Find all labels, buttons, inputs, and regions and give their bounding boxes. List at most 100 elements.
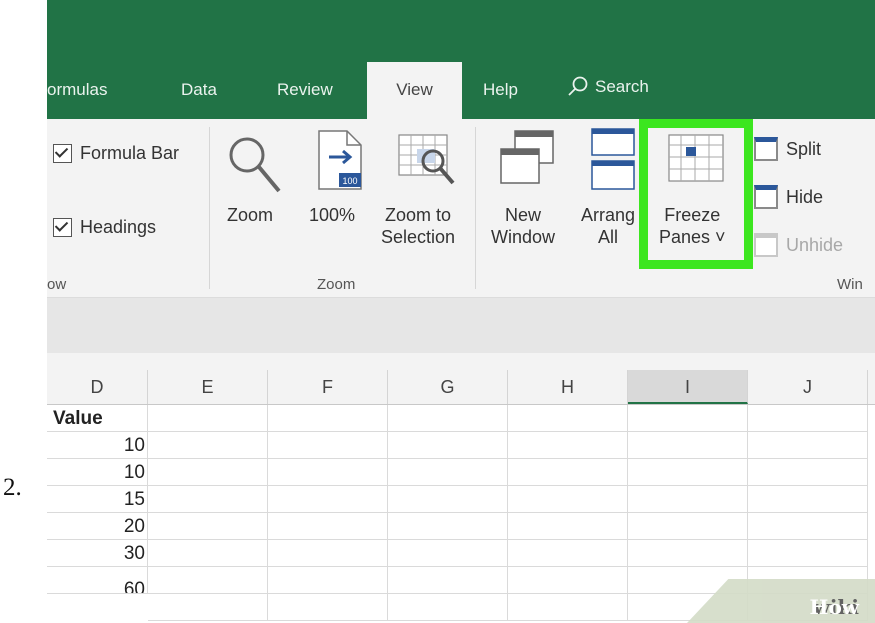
column-header-e[interactable]: E xyxy=(148,370,268,404)
empty-cell[interactable] xyxy=(388,432,508,459)
column-header-j[interactable]: J xyxy=(748,370,868,404)
empty-cell[interactable] xyxy=(148,594,268,621)
empty-cell[interactable] xyxy=(508,540,628,567)
empty-cell[interactable] xyxy=(268,540,388,567)
tab-review[interactable]: Review xyxy=(277,80,333,100)
empty-cell[interactable] xyxy=(628,513,748,540)
empty-cell[interactable] xyxy=(508,567,628,594)
empty-cell[interactable] xyxy=(628,432,748,459)
empty-cell[interactable] xyxy=(268,594,388,621)
tab-formulas[interactable]: ormulas xyxy=(47,80,107,100)
zoom-to-selection-button[interactable]: Zoom to Selection xyxy=(381,204,455,248)
zoom-icon[interactable] xyxy=(225,133,283,195)
empty-cell[interactable] xyxy=(628,540,748,567)
empty-cell[interactable] xyxy=(748,486,868,513)
empty-cell[interactable] xyxy=(388,540,508,567)
watermark-part2: How xyxy=(809,595,859,619)
search-icon xyxy=(568,76,588,96)
zoom-button[interactable]: Zoom xyxy=(227,204,273,226)
empty-cell[interactable] xyxy=(628,486,748,513)
empty-cell[interactable] xyxy=(508,486,628,513)
empty-cell[interactable] xyxy=(748,405,868,432)
zoom-100-icon-text: 100 xyxy=(342,176,357,186)
column-header-f[interactable]: F xyxy=(268,370,388,404)
empty-cell[interactable] xyxy=(268,486,388,513)
checkbox-checked-icon xyxy=(53,144,72,163)
empty-cell[interactable] xyxy=(388,405,508,432)
empty-cell[interactable] xyxy=(148,513,268,540)
search-box[interactable]: Search xyxy=(567,76,649,98)
empty-cell[interactable] xyxy=(508,432,628,459)
zoom-100-icon[interactable]: 100 xyxy=(315,129,365,191)
new-window-button[interactable]: New Window xyxy=(491,204,555,248)
arrange-all-button[interactable]: Arrang All xyxy=(577,204,639,248)
cell-d-value[interactable]: 60 xyxy=(47,567,148,594)
arrange-line2: All xyxy=(597,227,618,247)
new-window-line2: Window xyxy=(491,227,556,247)
empty-cell[interactable] xyxy=(508,405,628,432)
empty-cell[interactable] xyxy=(268,513,388,540)
empty-cell[interactable] xyxy=(148,459,268,486)
hide-button[interactable]: Hide xyxy=(754,185,823,209)
empty-cell[interactable] xyxy=(148,540,268,567)
split-icon xyxy=(754,137,778,161)
unhide-button[interactable]: Unhide xyxy=(754,233,843,257)
tab-help[interactable]: Help xyxy=(483,80,518,100)
headings-checkbox[interactable]: Headings xyxy=(53,217,156,238)
arrange-all-icon[interactable] xyxy=(590,127,636,191)
empty-cell[interactable] xyxy=(508,513,628,540)
empty-cell[interactable] xyxy=(748,432,868,459)
unhide-label: Unhide xyxy=(786,234,844,255)
checkbox-checked-icon xyxy=(53,218,72,237)
cell-d-value[interactable]: 15 xyxy=(47,486,148,513)
tab-data[interactable]: Data xyxy=(181,80,217,100)
empty-cell[interactable] xyxy=(748,513,868,540)
group-divider xyxy=(209,127,210,289)
empty-cell[interactable] xyxy=(748,540,868,567)
column-header-d[interactable]: D xyxy=(47,370,148,404)
column-header-g[interactable]: G xyxy=(388,370,508,404)
formula-bar-label: Formula Bar xyxy=(80,143,180,163)
cell-d-value[interactable]: 10 xyxy=(47,459,148,486)
zoom-100-button[interactable]: 100% xyxy=(309,204,355,226)
empty-cell[interactable] xyxy=(628,405,748,432)
empty-cell[interactable] xyxy=(268,405,388,432)
excel-screenshot: ormulas Data Review View Help Search For… xyxy=(47,0,875,623)
tab-view[interactable]: View xyxy=(367,62,462,119)
cell-d-header[interactable]: Value xyxy=(47,405,148,432)
show-group-label: ow xyxy=(47,276,67,293)
empty-cell[interactable] xyxy=(388,513,508,540)
split-button[interactable]: Split xyxy=(754,137,821,161)
cell-d-value[interactable]: 20 xyxy=(47,513,148,540)
zoom-to-selection-line2: Selection xyxy=(381,227,456,247)
column-header-i[interactable]: I xyxy=(628,370,748,404)
new-window-icon[interactable] xyxy=(499,129,557,187)
empty-cell[interactable] xyxy=(388,567,508,594)
unhide-icon xyxy=(754,233,778,257)
step-number: 2. xyxy=(3,474,22,501)
empty-cell[interactable] xyxy=(388,459,508,486)
zoom-to-selection-line1: Zoom to xyxy=(385,205,452,225)
cell-d-value[interactable]: 30 xyxy=(47,540,148,567)
empty-cell[interactable] xyxy=(148,486,268,513)
empty-cell[interactable] xyxy=(148,405,268,432)
empty-cell[interactable] xyxy=(508,459,628,486)
empty-cell[interactable] xyxy=(268,459,388,486)
empty-cell[interactable] xyxy=(148,432,268,459)
empty-cell[interactable] xyxy=(628,459,748,486)
column-header-h[interactable]: H xyxy=(508,370,628,404)
zoom-to-selection-icon[interactable] xyxy=(397,133,463,193)
formula-bar-checkbox[interactable]: Formula Bar xyxy=(53,143,179,164)
empty-cell[interactable] xyxy=(268,432,388,459)
freeze-panes-icon[interactable] xyxy=(667,133,727,185)
empty-cell[interactable] xyxy=(148,567,268,594)
empty-cell[interactable] xyxy=(388,594,508,621)
empty-cell[interactable] xyxy=(268,567,388,594)
empty-cell[interactable] xyxy=(388,486,508,513)
freeze-panes-button[interactable]: Freeze Panes ˅ xyxy=(659,204,726,248)
hide-icon xyxy=(754,185,778,209)
cell-d-value[interactable]: 10 xyxy=(47,432,148,459)
view-ribbon: Formula Bar Headings ow Zoom 100 100% Zo… xyxy=(47,119,875,298)
empty-cell[interactable] xyxy=(508,594,628,621)
empty-cell[interactable] xyxy=(748,459,868,486)
